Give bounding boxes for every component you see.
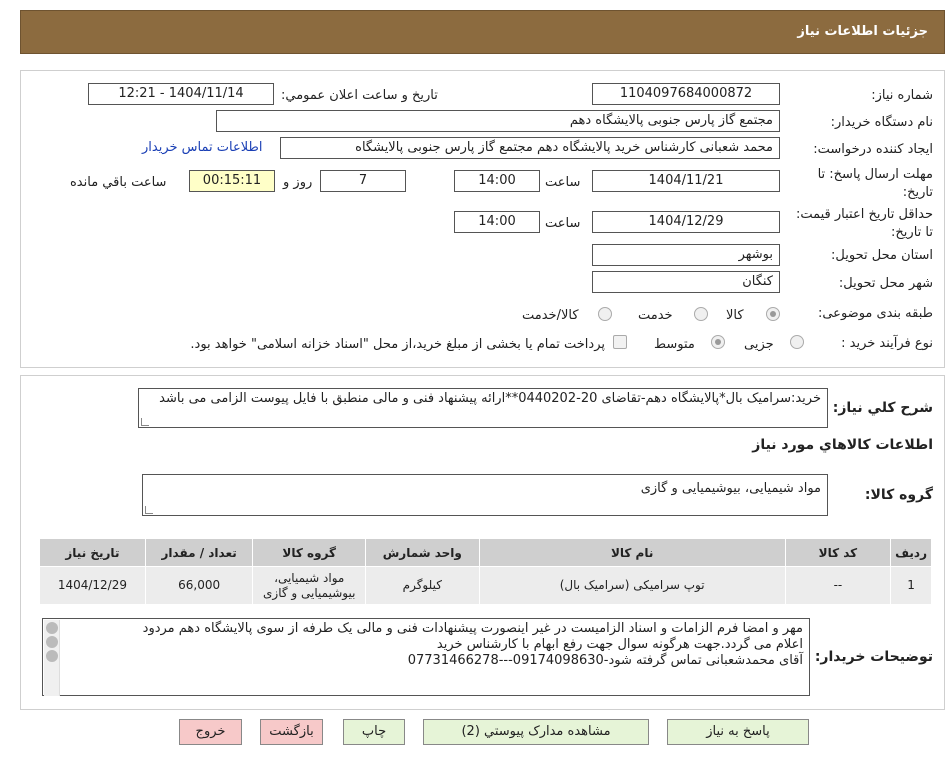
send-deadline-date-field: 1404/11/21 [592, 170, 780, 192]
items-table-header: رديف کد کالا نام کالا واحد شمارش گروه کا… [39, 538, 932, 567]
items-table: رديف کد کالا نام کالا واحد شمارش گروه کا… [39, 538, 932, 605]
view-attachments-button[interactable]: مشاهده مدارک پیوستي (2) [423, 719, 649, 745]
category-radio-goods-service[interactable] [598, 307, 612, 321]
col-header-row-no: رديف [890, 538, 932, 567]
summary-textarea: خرید:سرامیک بال*پالایشگاه دهم-تقاضای 20-… [138, 388, 828, 428]
goods-section-title: اطلاعات کالاهاي مورد نياز [752, 437, 933, 453]
announce-label: تاریخ و ساعت اعلان عمومي: [281, 88, 438, 103]
category-radio-service[interactable] [694, 307, 708, 321]
cell-need-date: 1404/12/29 [39, 566, 146, 605]
process-option-medium: متوسط [654, 337, 695, 352]
send-deadline-time-label: ساعت [545, 175, 581, 190]
cell-group: مواد شیمیایی، بیوشیمیایی و گازی [252, 566, 367, 605]
resize-handle-icon[interactable] [145, 506, 153, 514]
days-label: روز و [283, 175, 313, 190]
city-label: شهر محل تحویل: [838, 276, 933, 291]
resize-handle-icon[interactable] [141, 418, 149, 426]
buyer-notes-scrollbar[interactable] [44, 620, 60, 696]
treasury-payment-checkbox[interactable] [613, 335, 627, 349]
buyer-notes-line-1: مهر و امضا فرم الزامات و اسناد الزامیست … [142, 621, 803, 636]
summary-text: خرید:سرامیک بال*پالایشگاه دهم-تقاضای 20-… [159, 391, 821, 406]
remaining-time-label: ساعت باقي مانده [70, 175, 167, 190]
col-header-need-date: تاریخ نیاز [39, 538, 146, 567]
category-option-goods: کالا [726, 308, 744, 323]
buyer-org-field: مجتمع گاز پارس جنوبی پالایشگاه دهم [216, 110, 780, 132]
process-radio-medium[interactable] [711, 335, 725, 349]
col-header-code: کد کالا [784, 538, 892, 567]
validity-label: حداقل تاریخ اعتبار قیمت: تا تاریخ: [795, 207, 933, 240]
buyer-notes-line-3: آقای محمدشعبانی تماس گرفته شود-091740986… [407, 653, 803, 668]
need-number-field: 1104097684000872 [592, 83, 780, 105]
goods-group-value: مواد شیمیایی، بیوشیمیایی و گازی [640, 481, 821, 496]
col-header-group: گروه کالا [252, 538, 367, 567]
goods-group-textarea: مواد شیمیایی، بیوشیمیایی و گازی [142, 474, 828, 516]
buyer-org-label: نام دستگاه خريدار: [830, 115, 933, 130]
table-row: 1 -- توپ سرامیکی (سرامیک بال) کیلوگرم مو… [39, 566, 932, 605]
col-header-name: نام کالا [478, 538, 786, 567]
scroll-down-icon[interactable] [45, 650, 58, 662]
buyer-notes-textarea: مهر و امضا فرم الزامات و اسناد الزامیست … [42, 618, 810, 696]
goods-group-label: گروه کالا: [864, 487, 933, 503]
province-field: بوشهر [592, 244, 780, 266]
reply-button[interactable]: پاسخ به نیاز [667, 719, 809, 745]
scroll-up-icon[interactable] [45, 622, 58, 634]
exit-button[interactable]: خروج [179, 719, 242, 745]
remaining-time-field: 00:15:11 [189, 170, 275, 192]
col-header-unit: واحد شمارش [365, 538, 480, 567]
process-radio-minor[interactable] [790, 335, 804, 349]
cell-quantity: 66,000 [144, 566, 254, 605]
creator-field: محمد شعبانی کارشناس خرید پالایشگاه دهم م… [280, 137, 780, 159]
cell-unit: کیلوگرم [365, 566, 480, 605]
need-number-label: شماره نیاز: [871, 88, 933, 103]
cell-code: -- [784, 566, 892, 605]
category-label: طبقه بندی موضوعی: [817, 306, 933, 321]
summary-label: شرح کلي نياز: [832, 400, 933, 416]
page-title: جزئیات اطلاعات نیاز [797, 24, 928, 39]
category-option-service: خدمت [638, 308, 673, 323]
scroll-thumb[interactable] [45, 636, 58, 648]
validity-date-field: 1404/12/29 [592, 211, 780, 233]
cell-name: توپ سرامیکی (سرامیک بال) [478, 566, 786, 605]
buyer-notes-label: توضیحات خریدار: [814, 649, 933, 665]
announce-field: 1404/11/14 - 12:21 [88, 83, 274, 105]
province-label: استان محل تحویل: [831, 248, 933, 263]
cell-row-no: 1 [890, 566, 932, 605]
category-option-goods-service: کالا/خدمت [522, 308, 579, 323]
category-radio-goods[interactable] [766, 307, 780, 321]
process-label: نوع فرآیند خرید : [841, 336, 933, 351]
days-remaining-field: 7 [320, 170, 406, 192]
col-header-quantity: تعداد / مقدار [144, 538, 254, 567]
process-option-minor: جزیی [744, 337, 774, 352]
send-deadline-time-field: 14:00 [454, 170, 540, 192]
creator-label: ايجاد کننده درخواست: [813, 142, 933, 157]
page-header: جزئیات اطلاعات نیاز [20, 10, 945, 54]
buyer-contact-link[interactable]: اطلاعات تماس خريدار [142, 140, 262, 155]
city-field: کنگان [592, 271, 780, 293]
validity-time-label: ساعت [545, 216, 581, 231]
buyer-notes-line-2: اعلام می گردد.جهت هرگونه سوال جهت رفع اب… [436, 637, 803, 652]
print-button[interactable]: چاپ [343, 719, 405, 745]
back-button[interactable]: بازگشت [260, 719, 323, 745]
treasury-payment-note: پرداخت تمام یا بخشی از مبلغ خرید،از محل … [190, 337, 605, 352]
validity-time-field: 14:00 [454, 211, 540, 233]
send-deadline-label: مهلت ارسال پاسخ: تا تاریخ: [817, 167, 933, 200]
